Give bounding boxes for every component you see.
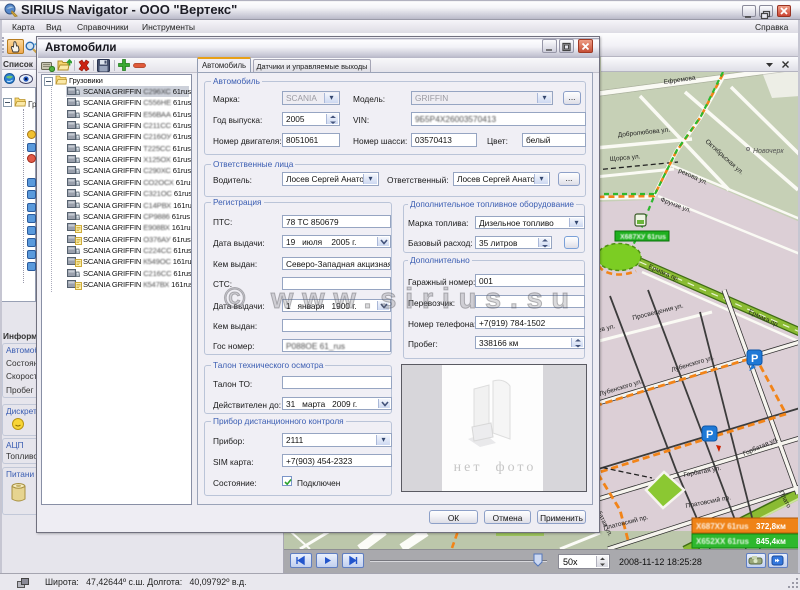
svg-text:Х687ХУ 61rus: Х687ХУ 61rus [620, 234, 666, 241]
svg-text:P: P [751, 353, 758, 365]
svg-text:Х687ХУ 61rus: Х687ХУ 61rus [696, 522, 749, 531]
svg-text:P: P [706, 429, 713, 441]
svg-text:Х652ХХ 61rus: Х652ХХ 61rus [696, 537, 749, 546]
svg-text:372,8км: 372,8км [756, 522, 786, 531]
svg-text:845,4км: 845,4км [756, 537, 786, 546]
svg-text:Новочерк: Новочерк [753, 148, 784, 155]
